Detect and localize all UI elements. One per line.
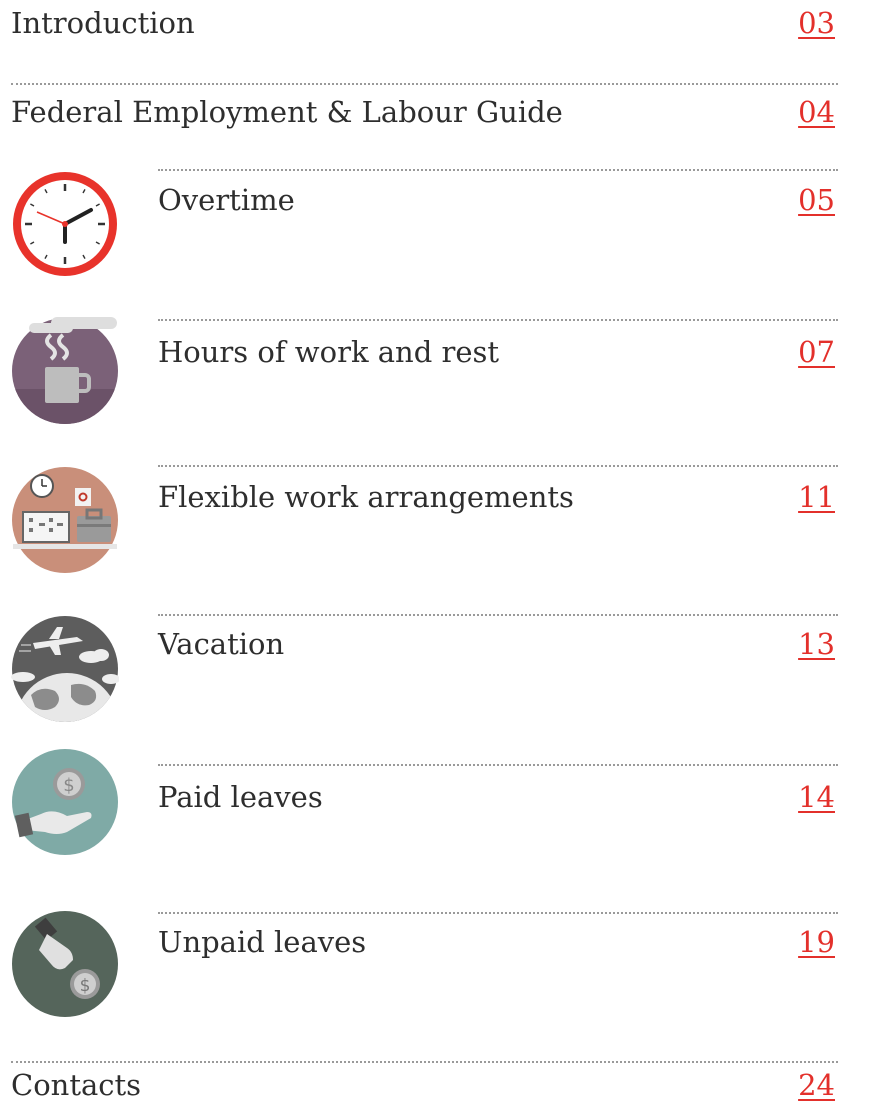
toc-page-link[interactable]: 05	[798, 183, 835, 217]
divider	[158, 319, 838, 321]
hand-coin-icon: $	[11, 748, 119, 856]
hand-dropping-coin-icon: $	[11, 910, 119, 1018]
toc-title: Introduction	[11, 6, 195, 40]
toc-page-link[interactable]: 03	[798, 6, 835, 40]
toc-page-link[interactable]: 19	[798, 925, 835, 959]
divider	[158, 169, 838, 171]
toc-page-link[interactable]: 04	[798, 95, 835, 129]
toc-title: Hours of work and rest	[158, 335, 500, 369]
toc-page-link[interactable]: 24	[798, 1068, 835, 1102]
toc-title: Paid leaves	[158, 780, 323, 814]
divider	[11, 1061, 838, 1063]
toc-page-link[interactable]: 13	[798, 627, 835, 661]
toc-page-link[interactable]: 14	[798, 780, 835, 814]
workspace-icon	[11, 466, 119, 574]
divider	[11, 83, 838, 85]
svg-text:$: $	[80, 976, 91, 996]
divider	[158, 912, 838, 914]
toc-title: Overtime	[158, 183, 295, 217]
toc-title: Vacation	[158, 627, 285, 661]
toc-page-link[interactable]: 07	[798, 335, 835, 369]
divider	[158, 614, 838, 616]
toc-title: Unpaid leaves	[158, 925, 367, 959]
divider	[158, 764, 838, 766]
svg-text:$: $	[63, 775, 74, 796]
toc-title: Federal Employment & Labour Guide	[11, 95, 563, 129]
airplane-globe-icon	[11, 615, 119, 723]
clock-icon	[11, 170, 119, 278]
coffee-cup-icon	[11, 317, 119, 425]
divider	[158, 465, 838, 467]
toc-title: Contacts	[11, 1068, 142, 1102]
toc-title: Flexible work arrangements	[158, 480, 574, 514]
toc-page-link[interactable]: 11	[798, 480, 835, 514]
